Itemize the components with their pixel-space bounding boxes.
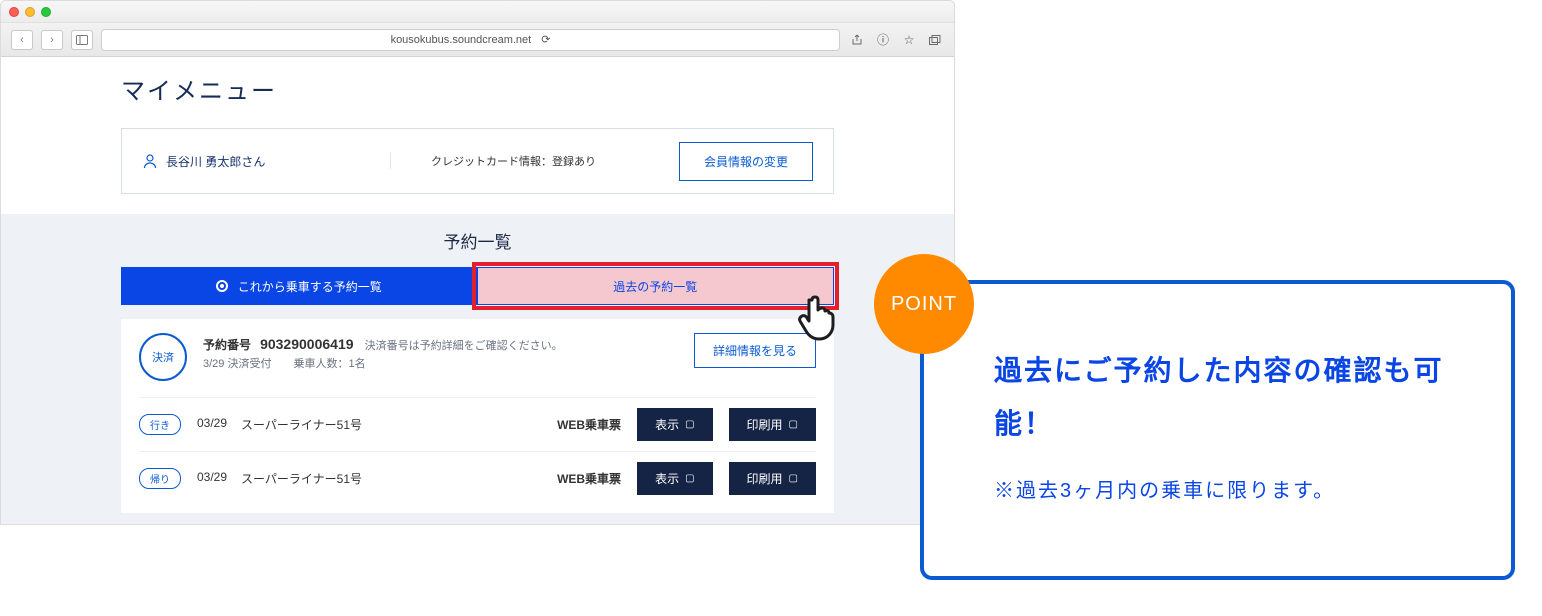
info-icon[interactable]: ⓘ (874, 31, 892, 48)
show-label: 表示 (655, 416, 679, 433)
reservation-card: 決済 予約番号 903290006419 決済番号は予約詳細をご確認ください。 … (121, 319, 834, 513)
status-badge: 決済 (139, 333, 187, 381)
web-ticket-label: WEB乗車票 (557, 470, 621, 487)
reload-icon[interactable]: ⟳ (541, 33, 550, 46)
open-icon: ▢ (789, 419, 798, 430)
open-icon: ▢ (789, 473, 798, 484)
close-window-icon[interactable] (9, 7, 19, 17)
card-info-text: クレジットカード情報：登録あり (390, 153, 679, 169)
window-titlebar (1, 1, 954, 23)
browser-window: ‹ › kousokubus.soundcream.net ⟳ ⓘ ☆ + マイ… (0, 0, 955, 525)
person-icon (142, 153, 158, 169)
tabs-icon[interactable] (926, 35, 944, 45)
tab-upcoming-label: これから乗車する予約一覧 (238, 278, 382, 295)
browser-toolbar: ‹ › kousokubus.soundcream.net ⟳ ⓘ ☆ (1, 23, 954, 57)
forward-button[interactable]: › (41, 30, 63, 50)
star-icon[interactable]: ☆ (900, 33, 918, 47)
trip-row: 帰り 03/29 スーパーライナー51号 WEB乗車票 表示 ▢ 印刷用 ▢ (139, 451, 816, 505)
tab-upcoming-reservations[interactable]: これから乗車する予約一覧 (121, 267, 477, 305)
share-icon[interactable] (848, 34, 866, 46)
web-ticket-label: WEB乗車票 (557, 416, 621, 433)
show-ticket-button[interactable]: 表示 ▢ (637, 462, 712, 495)
reservation-note: 決済番号は予約詳細をご確認ください。 (365, 340, 563, 352)
trip-name: スーパーライナー51号 (241, 470, 362, 487)
member-name: 長谷川 勇太郎さん (166, 153, 265, 170)
sidebar-icon (76, 35, 88, 45)
back-button[interactable]: ‹ (11, 30, 33, 50)
trip-row: 行き 03/29 スーパーライナー51号 WEB乗車票 表示 ▢ 印刷用 ▢ (139, 397, 816, 451)
change-member-info-button[interactable]: 会員情報の変更 (679, 142, 813, 181)
print-ticket-button[interactable]: 印刷用 ▢ (729, 462, 816, 495)
point-callout: POINT 過去にご予約した内容の確認も可能！ ※過去3ヶ月内の乗車に限ります。 (920, 280, 1515, 580)
window-traffic-lights (9, 7, 51, 17)
reservation-tabs: これから乗車する予約一覧 過去の予約一覧 (121, 267, 834, 305)
open-icon: ▢ (685, 473, 694, 484)
page-body: マイメニュー 長谷川 勇太郎さん クレジットカード情報：登録あり 会員情報の変更… (1, 57, 954, 524)
tab-past-label: 過去の予約一覧 (613, 278, 697, 295)
reservation-heading: 予約一覧 (121, 228, 834, 253)
trip-date: 03/29 (197, 470, 227, 487)
radio-selected-icon (216, 280, 228, 292)
print-ticket-button[interactable]: 印刷用 ▢ (729, 408, 816, 441)
trip-date: 03/29 (197, 416, 227, 433)
minimize-window-icon[interactable] (25, 7, 35, 17)
maximize-window-icon[interactable] (41, 7, 51, 17)
print-label: 印刷用 (747, 470, 783, 487)
reservation-card-header: 決済 予約番号 903290006419 決済番号は予約詳細をご確認ください。 … (139, 333, 816, 381)
open-icon: ▢ (685, 419, 694, 430)
page-title: マイメニュー (121, 71, 834, 106)
callout-note: ※過去3ヶ月内の乗車に限ります。 (994, 474, 1475, 503)
show-ticket-button[interactable]: 表示 ▢ (637, 408, 712, 441)
show-label: 表示 (655, 470, 679, 487)
tab-past-reservations[interactable]: 過去の予約一覧 (477, 267, 835, 305)
point-badge: POINT (874, 254, 974, 354)
trip-name: スーパーライナー51号 (241, 416, 362, 433)
mymenu-section: マイメニュー 長谷川 勇太郎さん クレジットカード情報：登録あり 会員情報の変更 (1, 57, 954, 214)
address-text: kousokubus.soundcream.net (391, 34, 532, 46)
print-label: 印刷用 (747, 416, 783, 433)
address-bar[interactable]: kousokubus.soundcream.net ⟳ (101, 29, 840, 51)
member-name-block: 長谷川 勇太郎さん (142, 153, 390, 170)
callout-headline: 過去にご予約した内容の確認も可能！ (994, 344, 1475, 450)
view-details-button[interactable]: 詳細情報を見る (694, 333, 816, 368)
sidebar-toggle-button[interactable] (71, 30, 93, 50)
reservation-subline: 3/29 決済受付 乗車人数：1名 (203, 356, 678, 374)
reservation-summary: 予約番号 903290006419 決済番号は予約詳細をご確認ください。 3/2… (203, 333, 678, 373)
trip-direction-chip: 行き (139, 414, 181, 435)
member-card: 長谷川 勇太郎さん クレジットカード情報：登録あり 会員情報の変更 (121, 128, 834, 194)
reservation-number-label: 予約番号 (203, 338, 251, 352)
reservation-number: 903290006419 (260, 336, 353, 352)
reservation-section: 予約一覧 これから乗車する予約一覧 過去の予約一覧 決済 予約番号 (1, 214, 954, 524)
trip-direction-chip: 帰り (139, 468, 181, 489)
